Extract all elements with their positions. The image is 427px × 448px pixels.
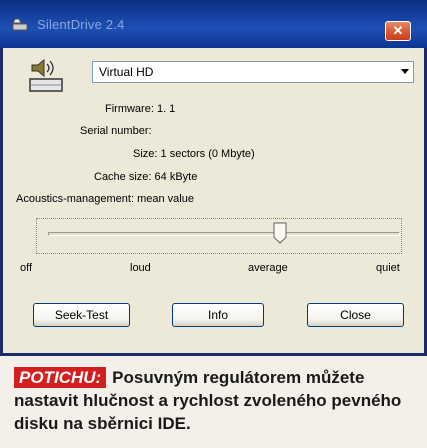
slider-label-off: off <box>20 262 33 274</box>
close-button[interactable]: Close <box>307 303 404 327</box>
chevron-down-icon[interactable] <box>401 69 409 74</box>
acoustics-label: Acoustics-management: <box>16 193 134 205</box>
drive-speaker-icon <box>29 58 63 92</box>
slider-label-average: average <box>248 262 288 274</box>
cache-value: 64 kByte <box>154 171 198 183</box>
slider-label-loud: loud <box>130 262 151 274</box>
caption-tag: POTICHU: <box>14 367 107 388</box>
firmware-value: 1. 1 <box>156 103 176 115</box>
cache-row: Cache size: 64 kByte <box>94 171 197 183</box>
app-icon <box>12 18 28 31</box>
slider-thumb-icon[interactable] <box>273 222 287 244</box>
info-button[interactable]: Info <box>172 303 264 327</box>
title-bar[interactable]: SilentDrive 2.4 ✕ <box>0 0 427 48</box>
acoustics-slider-focus <box>36 218 402 254</box>
acoustics-value: mean value <box>137 193 194 205</box>
firmware-label: Firmware: <box>105 103 154 115</box>
acoustics-row: Acoustics-management: mean value <box>16 193 194 205</box>
caption: POTICHU: Posuvným regulátorem můžete nast… <box>0 358 427 448</box>
window-title: SilentDrive 2.4 <box>37 17 125 32</box>
size-row: Size: 1 sectors (0 Mbyte) <box>133 148 255 160</box>
drive-select[interactable]: Virtual HD <box>92 61 414 83</box>
serial-row: Serial number: <box>80 125 152 137</box>
cache-label: Cache size: <box>94 171 152 183</box>
size-label: Size: <box>133 148 158 160</box>
serial-label: Serial number: <box>80 125 152 137</box>
slider-label-quiet: quiet <box>376 262 400 274</box>
drive-select-value: Virtual HD <box>99 65 154 79</box>
acoustics-slider-track[interactable] <box>48 232 400 236</box>
firmware-row: Firmware: 1. 1 <box>105 103 175 115</box>
seek-test-button[interactable]: Seek-Test <box>33 303 130 327</box>
close-icon[interactable]: ✕ <box>385 21 411 41</box>
size-value: 1 sectors (0 Mbyte) <box>160 148 255 160</box>
